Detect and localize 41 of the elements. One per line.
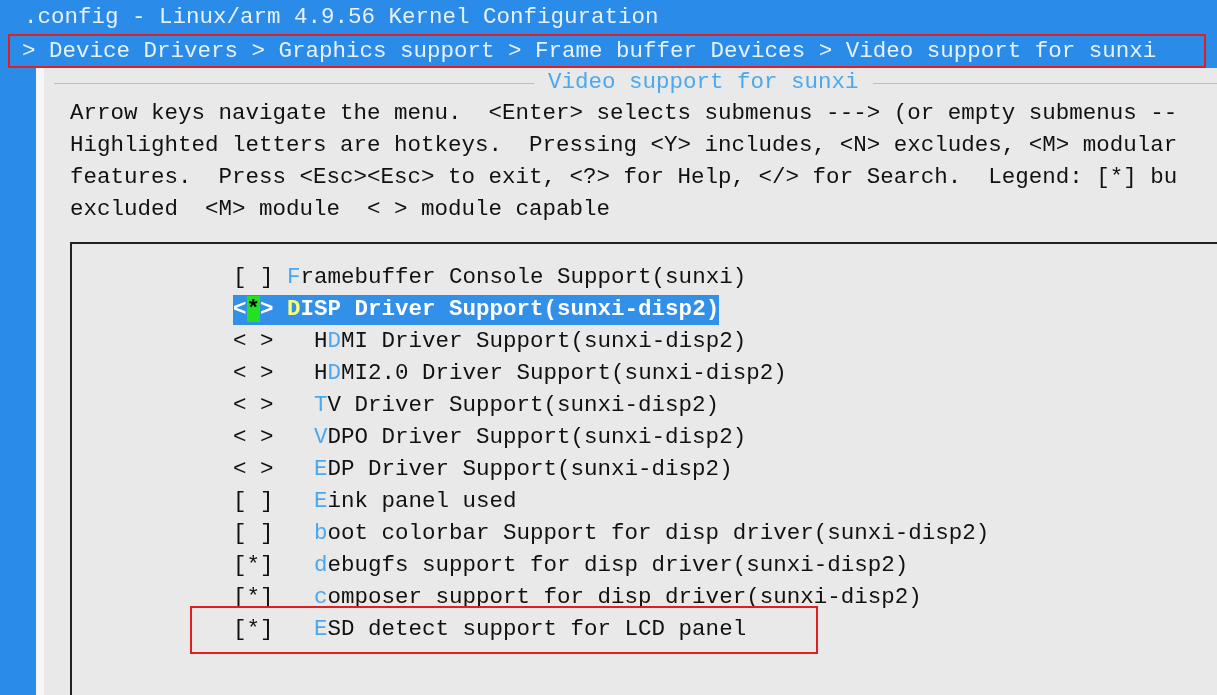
menu-item[interactable]: < > EDP Driver Support(sunxi-disp2) xyxy=(233,455,733,485)
menu-item[interactable]: [*] debugfs support for disp driver(sunxi-disp2) xyxy=(233,551,909,581)
option-label: ESD detect support for LCD panel xyxy=(314,615,747,645)
breadcrumb: > Device Drivers > Graphics support > Frame buffer Devices > Video support for sunxi xyxy=(22,37,1157,67)
option-label: Eink panel used xyxy=(314,487,517,517)
option-state: [ ] xyxy=(233,263,274,293)
dialog-title: Video support for sunxi xyxy=(547,68,860,98)
option-label: composer support for disp driver(sunxi-disp2) xyxy=(314,583,922,613)
help-text: features. Press <Esc><Esc> to exit, <?> for Help, </> for Search. Legend: [*] bu xyxy=(70,163,1178,193)
option-label: debugfs support for disp driver(sunxi-disp2) xyxy=(314,551,909,581)
menu-item[interactable]: < > VDPO Driver Support(sunxi-disp2) xyxy=(233,423,747,453)
option-state: <*> xyxy=(233,295,274,325)
option-label: Framebuffer Console Support(sunxi) xyxy=(287,263,747,293)
option-state: < > xyxy=(233,359,274,389)
option-label: HDMI Driver Support(sunxi-disp2) xyxy=(314,327,747,357)
option-label: VDPO Driver Support(sunxi-disp2) xyxy=(314,423,747,453)
help-text: Arrow keys navigate the menu. <Enter> selects submenus ---> (or empty submenus -- xyxy=(70,99,1178,129)
menu-item[interactable]: [*] ESD detect support for LCD panel xyxy=(233,615,747,645)
option-label: boot colorbar Support for disp driver(sunxi-disp2) xyxy=(314,519,990,549)
option-state: < > xyxy=(233,423,274,453)
option-label: EDP Driver Support(sunxi-disp2) xyxy=(314,455,733,485)
option-state: [ ] xyxy=(233,487,274,517)
option-label: HDMI2.0 Driver Support(sunxi-disp2) xyxy=(314,359,787,389)
menu-item[interactable]: < > HDMI2.0 Driver Support(sunxi-disp2) xyxy=(233,359,787,389)
help-text: excluded <M> module < > module capable xyxy=(70,195,611,225)
window-title: .config - Linux/arm 4.9.56 Kernel Configuration xyxy=(24,3,659,33)
menu-item[interactable]: [ ] Eink panel used xyxy=(233,487,517,517)
option-state: < > xyxy=(233,327,274,357)
help-text: Highlighted letters are hotkeys. Pressing <Y> includes, <N> excludes, <M> modular xyxy=(70,131,1178,161)
option-label: TV Driver Support(sunxi-disp2) xyxy=(314,391,720,421)
menu-item[interactable]: <*> DISP Driver Support(sunxi-disp2) xyxy=(233,295,720,325)
menu-item[interactable]: < > HDMI Driver Support(sunxi-disp2) xyxy=(233,327,747,357)
option-state: < > xyxy=(233,391,274,421)
option-state: [*] xyxy=(233,615,274,645)
menu-item[interactable]: < > TV Driver Support(sunxi-disp2) xyxy=(233,391,720,421)
option-state: [ ] xyxy=(233,519,274,549)
menu-item[interactable]: [ ] boot colorbar Support for disp driver(sunxi-disp2) xyxy=(233,519,990,549)
menu-item[interactable]: [ ] Framebuffer Console Support(sunxi) xyxy=(233,263,747,293)
option-state: [*] xyxy=(233,551,274,581)
option-label: DISP Driver Support(sunxi-disp2) xyxy=(287,295,720,325)
option-state: < > xyxy=(233,455,274,485)
